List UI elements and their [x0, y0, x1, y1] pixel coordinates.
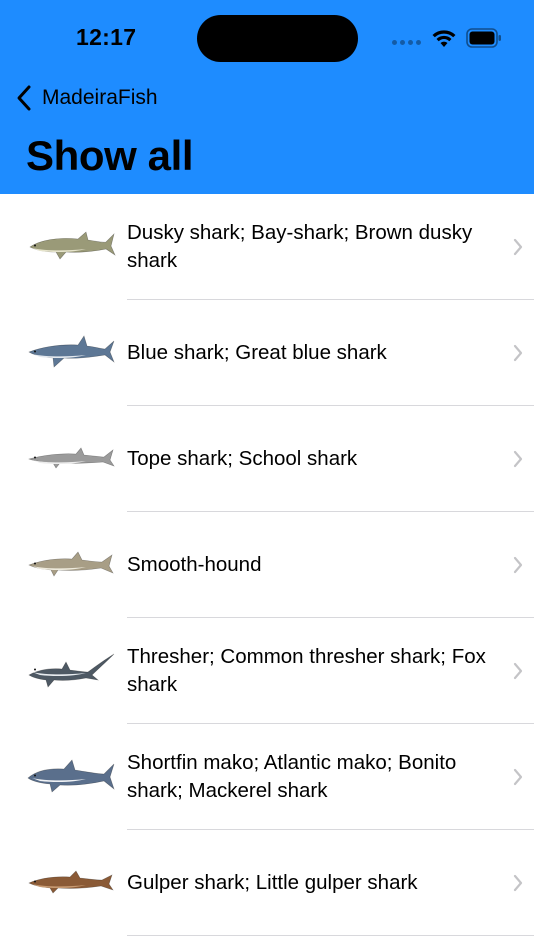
fish-eye	[34, 244, 36, 247]
fish-body	[27, 759, 115, 793]
fish-list: Dusky shark; Bay-shark; Brown dusky shar…	[0, 194, 534, 936]
wifi-icon	[432, 30, 456, 47]
fish-thumbnail	[29, 231, 116, 260]
list-item[interactable]: Thresher; Common thresher shark; Fox sha…	[0, 618, 534, 724]
chevron-right-icon	[513, 768, 523, 786]
fish-eye	[34, 456, 36, 459]
chevron-right-icon	[513, 874, 523, 892]
status-icons	[392, 26, 512, 50]
page-title: Show all	[26, 132, 194, 179]
back-button-label: MadeiraFish	[42, 86, 158, 109]
list-item[interactable]: Tope shark; School shark	[0, 406, 534, 512]
cellular-signal-icon	[392, 40, 421, 45]
navigation-header: 12:17 MadeiraFish Show all	[0, 0, 534, 194]
status-time: 12:17	[76, 24, 137, 50]
back-button[interactable]: MadeiraFish	[14, 82, 158, 114]
fish-eye	[34, 350, 36, 353]
fish-body	[28, 447, 115, 469]
fish-name: Dusky shark; Bay-shark; Brown dusky shar…	[127, 221, 473, 272]
list-item[interactable]: Shortfin mako; Atlantic mako; Bonito sha…	[0, 724, 534, 830]
fish-thumbnail	[28, 653, 115, 688]
fish-eye	[34, 880, 36, 883]
fish-body	[28, 551, 114, 577]
chevron-right-icon	[513, 662, 523, 680]
fish-name: Smooth-hound	[127, 553, 262, 576]
chevron-right-icon	[513, 344, 523, 362]
fish-thumbnail	[28, 551, 114, 577]
fish-body	[29, 231, 116, 260]
fish-name: Gulper shark; Little gulper shark	[127, 871, 418, 894]
fish-name: Thresher; Common thresher shark; Fox sha…	[127, 645, 486, 696]
fish-thumbnail	[27, 759, 115, 793]
fish-thumbnail	[28, 335, 115, 368]
chevron-right-icon	[513, 238, 523, 256]
fish-thumbnail	[28, 870, 114, 894]
fish-body	[28, 335, 115, 368]
fish-body	[28, 870, 114, 894]
fish-name: Shortfin mako; Atlantic mako; Bonito sha…	[127, 751, 457, 802]
dynamic-island	[197, 15, 358, 62]
fish-name: Blue shark; Great blue shark	[127, 341, 387, 364]
row-separator	[127, 935, 534, 936]
fish-eye	[34, 774, 36, 777]
chevron-right-icon	[513, 450, 523, 468]
list-item[interactable]: Smooth-hound	[0, 512, 534, 618]
fish-name: Tope shark; School shark	[127, 447, 358, 470]
chevron-right-icon	[513, 556, 523, 574]
fish-eye	[34, 668, 36, 671]
battery-icon	[466, 28, 501, 48]
list-item[interactable]: Dusky shark; Bay-shark; Brown dusky shar…	[0, 194, 534, 300]
chevron-left-icon	[17, 85, 31, 111]
fish-body	[28, 653, 115, 688]
fish-eye	[34, 562, 36, 565]
fish-thumbnail	[28, 447, 115, 469]
list-item[interactable]: Blue shark; Great blue shark	[0, 300, 534, 406]
list-item[interactable]: Gulper shark; Little gulper shark	[0, 830, 534, 936]
